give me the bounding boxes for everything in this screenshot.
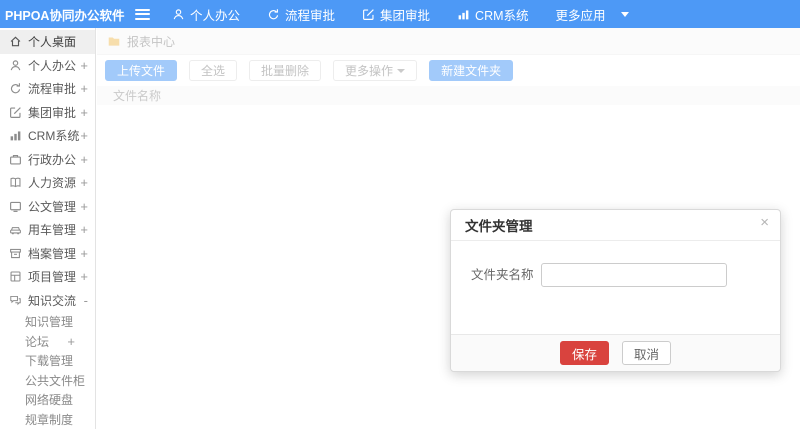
sidebar-subitem-label: 论坛 xyxy=(25,334,50,349)
sidebar-item-archive-mgmt[interactable]: 档案管理 + xyxy=(0,242,95,266)
book-icon xyxy=(9,176,22,189)
close-icon[interactable]: × xyxy=(760,215,769,230)
sidebar-subitem-label: 公共文件柜 xyxy=(25,373,86,388)
sidebar-item-knowledge-exchange[interactable]: 知识交流 - xyxy=(0,289,95,313)
save-button[interactable]: 保存 xyxy=(559,341,609,365)
expand-plus-icon[interactable]: + xyxy=(80,246,88,261)
dialog-title: 文件夹管理 xyxy=(465,219,533,234)
expand-plus-icon[interactable]: + xyxy=(80,58,88,73)
sidebar-subitem-label: 知识管理 xyxy=(25,315,74,330)
caret-down-icon xyxy=(620,11,629,17)
expand-plus-icon[interactable]: + xyxy=(80,199,88,214)
sidebar-item-label: 个人办公 xyxy=(28,58,77,73)
sidebar-subitem-knowledge-mgmt[interactable]: 知识管理 xyxy=(0,312,95,332)
edit-icon xyxy=(362,8,375,21)
topnav-label: 流程审批 xyxy=(285,8,336,23)
sidebar-item-label: 档案管理 xyxy=(28,246,77,261)
expand-plus-icon[interactable]: + xyxy=(80,128,88,143)
sidebar-item-label: 公文管理 xyxy=(28,199,77,214)
sidebar-submenu-knowledge: 知识管理 论坛 + 下载管理 公共文件柜 网络硬盘 规章制度 xyxy=(0,312,95,429)
sidebar-item-vehicle-mgmt[interactable]: 用车管理 + xyxy=(0,218,95,242)
cycle-icon xyxy=(9,82,22,95)
sidebar-item-label: 流程审批 xyxy=(28,82,77,97)
archive-icon xyxy=(9,247,22,260)
expand-plus-icon[interactable]: + xyxy=(67,334,75,349)
topnav-item-crm[interactable]: CRM系统 xyxy=(457,5,529,24)
sidebar-item-group-approval[interactable]: 集团审批 + xyxy=(0,101,95,125)
app-logo: PHPOA协同办公软件 xyxy=(5,8,125,23)
topnav-label: CRM系统 xyxy=(475,8,529,23)
dialog-footer: 保存 取消 xyxy=(451,334,780,371)
top-navbar: PHPOA协同办公软件 个人办公 流程审批 集团审批 CRM系统 更多应用 xyxy=(0,0,800,28)
expand-plus-icon[interactable]: + xyxy=(80,269,88,284)
collapse-minus-icon[interactable]: - xyxy=(84,293,88,308)
sidebar-subitem-rules[interactable]: 规章制度 xyxy=(0,410,95,429)
sidebar-subitem-label: 下载管理 xyxy=(25,354,74,369)
user-icon xyxy=(9,59,22,72)
sidebar-item-label: CRM系统 xyxy=(28,129,80,144)
sidebar-item-label: 项目管理 xyxy=(28,270,77,285)
sidebar-item-document-mgmt[interactable]: 公文管理 + xyxy=(0,195,95,219)
sidebar-subitem-network-disk[interactable]: 网络硬盘 xyxy=(0,390,95,410)
sidebar-subitem-forum[interactable]: 论坛 + xyxy=(0,332,95,352)
cycle-icon xyxy=(267,8,280,21)
chart-icon xyxy=(457,8,470,21)
document-icon xyxy=(9,200,22,213)
user-icon xyxy=(172,8,185,21)
topnav-label: 个人办公 xyxy=(190,8,241,23)
edit-icon xyxy=(9,106,22,119)
sidebar-item-admin-office[interactable]: 行政办公 + xyxy=(0,148,95,172)
sidebar-item-label: 知识交流 xyxy=(28,293,77,308)
sidebar-item-process-approval[interactable]: 流程审批 + xyxy=(0,77,95,101)
topnav-label: 更多应用 xyxy=(555,8,606,23)
sidebar-item-project-mgmt[interactable]: 项目管理 + xyxy=(0,265,95,289)
topnav-item-process-approval[interactable]: 流程审批 xyxy=(267,5,335,24)
topnav-item-group-approval[interactable]: 集团审批 xyxy=(362,5,430,24)
sidebar-item-personal-desktop[interactable]: 个人桌面 xyxy=(0,30,95,54)
sidebar: 个人桌面 个人办公 + 流程审批 + 集团审批 + CRM系统 + 行政办公 +… xyxy=(0,28,96,429)
dialog-header: 文件夹管理 × xyxy=(451,210,780,241)
sidebar-item-hr[interactable]: 人力资源 + xyxy=(0,171,95,195)
sidebar-item-label: 行政办公 xyxy=(28,152,77,167)
sidebar-subitem-public-file-cabinet[interactable]: 公共文件柜 xyxy=(0,371,95,391)
folder-name-input[interactable] xyxy=(540,263,727,287)
menu-toggle-icon[interactable] xyxy=(135,8,150,20)
dialog-body: 文件夹名称 xyxy=(451,241,780,334)
sidebar-item-label: 人力资源 xyxy=(28,176,77,191)
cancel-button[interactable]: 取消 xyxy=(622,341,672,365)
sidebar-item-crm[interactable]: CRM系统 + xyxy=(0,124,95,148)
sidebar-subitem-label: 规章制度 xyxy=(25,412,74,427)
top-nav: 个人办公 流程审批 集团审批 CRM系统 更多应用 xyxy=(172,5,656,24)
sidebar-item-label: 用车管理 xyxy=(28,223,77,238)
expand-plus-icon[interactable]: + xyxy=(80,152,88,167)
expand-plus-icon[interactable]: + xyxy=(80,81,88,96)
topnav-label: 集团审批 xyxy=(380,8,431,23)
topnav-item-personal-office[interactable]: 个人办公 xyxy=(172,5,240,24)
car-icon xyxy=(9,223,22,236)
expand-plus-icon[interactable]: + xyxy=(80,175,88,190)
expand-plus-icon[interactable]: + xyxy=(80,105,88,120)
sidebar-item-label: 集团审批 xyxy=(28,105,77,120)
sidebar-item-label: 个人桌面 xyxy=(28,35,77,50)
project-icon xyxy=(9,270,22,283)
topnav-item-more-apps[interactable]: 更多应用 xyxy=(556,5,629,24)
chat-icon xyxy=(9,294,22,307)
chart-icon xyxy=(9,129,22,142)
sidebar-subitem-download-mgmt[interactable]: 下载管理 xyxy=(0,351,95,371)
folder-name-label: 文件夹名称 xyxy=(471,268,534,282)
sidebar-subitem-label: 网络硬盘 xyxy=(25,393,74,408)
briefcase-icon xyxy=(9,153,22,166)
sidebar-item-personal-office[interactable]: 个人办公 + xyxy=(0,54,95,78)
expand-plus-icon[interactable]: + xyxy=(80,222,88,237)
folder-management-dialog: 文件夹管理 × 文件夹名称 保存 取消 xyxy=(450,209,781,372)
home-icon xyxy=(9,35,22,48)
